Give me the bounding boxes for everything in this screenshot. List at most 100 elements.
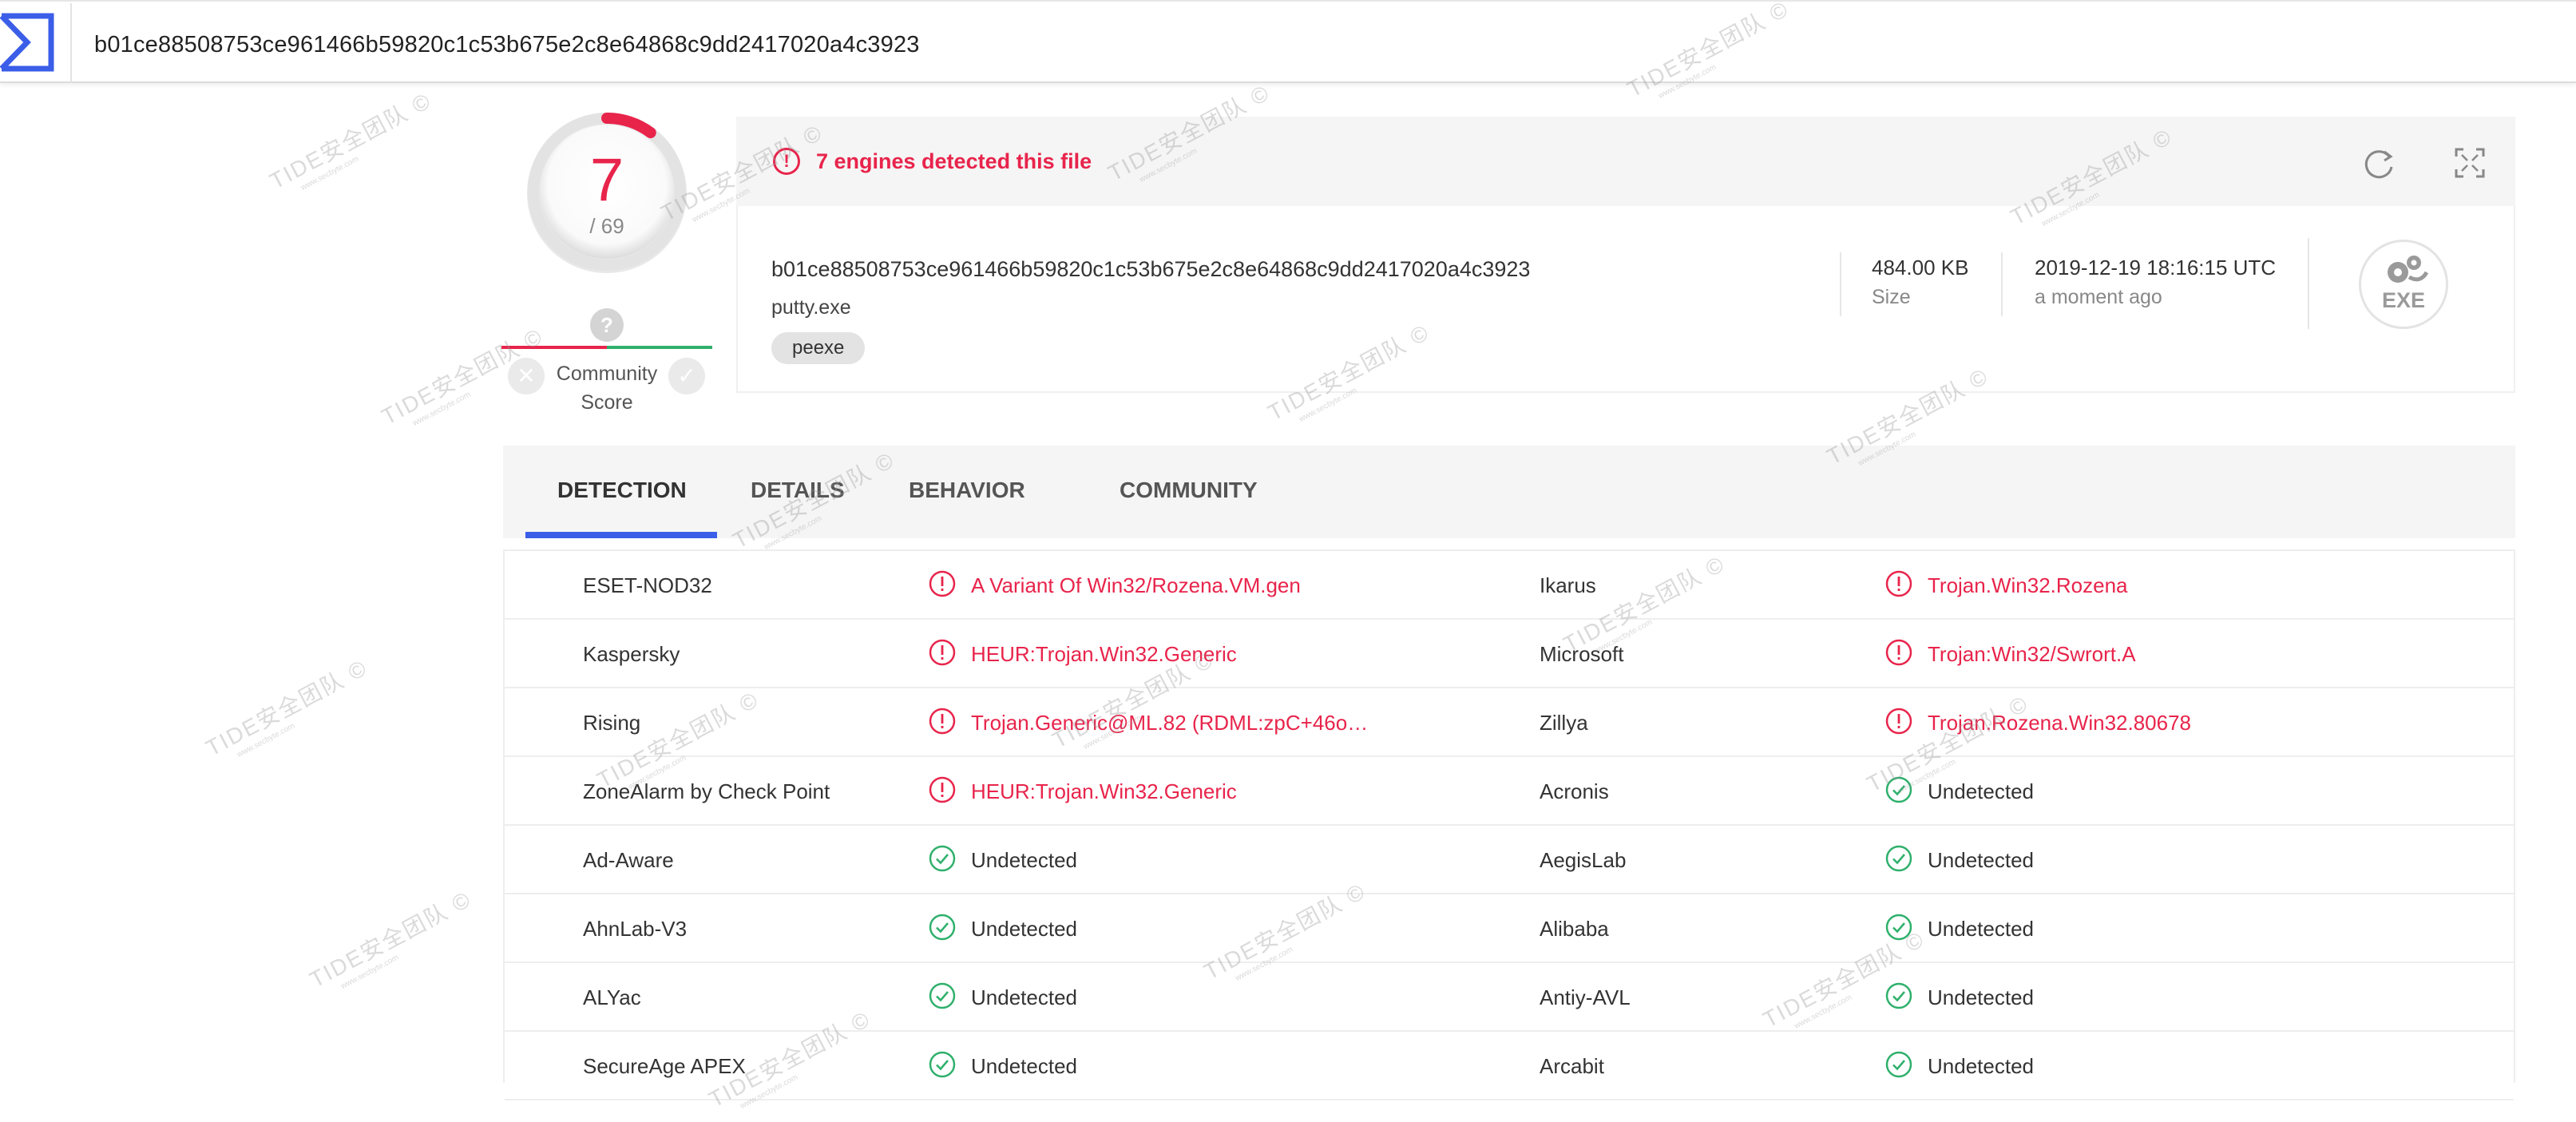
check-circle-icon (1884, 981, 1913, 1010)
reanalyze-icon[interactable] (2360, 145, 2397, 182)
meta-divider (2001, 252, 2003, 316)
detection-result: Undetected (971, 848, 1077, 872)
check-circle-icon (928, 981, 957, 1010)
detection-result[interactable]: Trojan.Rozena.Win32.80678 (1928, 711, 2191, 735)
file-size: 484.00 KB (1872, 256, 1969, 280)
vote-harmless-button[interactable]: ✓ (668, 358, 705, 394)
engine-name: Antiy-AVL (1540, 985, 1631, 1009)
table-row: ALYac Undetected Antiy-AVL Undetected (505, 963, 2514, 1032)
engine-name: ALYac (583, 985, 641, 1009)
engine-name: Acronis (1540, 779, 1609, 803)
check-circle-icon (1884, 1050, 1913, 1079)
detection-result[interactable]: HEUR:Trojan.Win32.Generic (971, 779, 1237, 804)
file-name: putty.exe (771, 296, 851, 319)
detection-result: Undetected (1928, 985, 2034, 1009)
table-row: Rising Trojan.Generic@ML.82 (RDML:zpC+46o… (505, 688, 2514, 757)
engine-name: Zillya (1540, 711, 1588, 735)
alert-icon (928, 569, 957, 598)
engine-name: Ikarus (1540, 573, 1596, 597)
active-tab-indicator (525, 532, 717, 538)
detection-result: Undetected (1928, 917, 2034, 941)
alert-icon (1884, 707, 1913, 735)
engine-name: AhnLab-V3 (583, 917, 688, 941)
check-circle-icon (928, 844, 957, 873)
community-score-label: Community Score (556, 363, 658, 414)
engine-name: AegisLab (1540, 848, 1627, 872)
detection-result: Undetected (1928, 779, 2034, 803)
check-icon: ✓ (677, 363, 696, 388)
file-type-exe-icon: EXE (2359, 240, 2448, 329)
meta-divider (1840, 252, 1841, 316)
detection-result[interactable]: Trojan:Win32/Swrort.A (1928, 642, 2136, 667)
tab-detection[interactable]: DETECTION (557, 478, 687, 503)
file-hash[interactable]: b01ce88508753ce961466b59820c1c53b675e2c8… (771, 257, 1530, 282)
engine-name: ESET-NOD32 (583, 573, 712, 597)
engine-name: Arcabit (1540, 1054, 1604, 1078)
analysis-date: 2019-12-19 18:16:15 UTC (2035, 256, 2277, 280)
check-circle-icon (1884, 913, 1913, 942)
detected-count: 7 (589, 146, 624, 214)
detection-banner: ! 7 engines detected this file (736, 117, 2515, 206)
check-circle-icon (1884, 775, 1913, 804)
tab-details[interactable]: DETAILS (751, 478, 845, 503)
file-size-label: Size (1872, 286, 1911, 308)
engine-name: SecureAge APEX (583, 1054, 746, 1078)
check-circle-icon (1884, 844, 1913, 873)
watermark: TIDE安全团队 © www.secbyte.com (265, 88, 436, 194)
alert-icon (928, 707, 957, 735)
community-bar-positive (607, 346, 712, 349)
community-unknown-icon: ? (590, 308, 624, 342)
engine-name: Microsoft (1540, 642, 1624, 666)
detection-result: Undetected (1928, 1054, 2034, 1078)
file-info-card: b01ce88508753ce961466b59820c1c53b675e2c8… (736, 206, 2515, 393)
detection-table: ESET-NOD32 A Variant Of Win32/Rozena.VM.g… (503, 549, 2515, 1100)
detection-result: Undetected (971, 985, 1077, 1009)
table-row: ZoneAlarm by Check Point HEUR:Trojan.Win3… (505, 757, 2514, 826)
check-circle-icon (928, 913, 957, 942)
alert-icon (928, 775, 957, 804)
table-row: AhnLab-V3 Undetected Alibaba Undetected (505, 894, 2514, 963)
file-type-label: EXE (2381, 288, 2426, 312)
alert-icon (1884, 638, 1913, 667)
engine-name: Ad-Aware (583, 848, 674, 872)
detection-score-ring: 7 / 69 (523, 112, 691, 280)
alert-icon (1884, 569, 1913, 598)
alert-icon (928, 638, 957, 667)
table-row: Kaspersky HEUR:Trojan.Win32.Generic Micros… (505, 620, 2514, 688)
file-tag[interactable]: peexe (771, 332, 866, 364)
report-tabs: DETECTION DETAILS BEHAVIOR COMMUNITY (503, 446, 2515, 538)
close-icon: ✕ (517, 363, 536, 388)
detection-result: Undetected (971, 1054, 1077, 1078)
virustotal-logo-icon[interactable] (0, 13, 54, 72)
alert-icon: ! (773, 148, 800, 175)
analysis-date-relative: a moment ago (2035, 286, 2162, 308)
engine-name: Kaspersky (583, 642, 680, 666)
detection-result: Undetected (971, 917, 1077, 941)
engine-total: / 69 (589, 214, 624, 238)
engine-name: Alibaba (1540, 917, 1609, 941)
detection-result[interactable]: A Variant Of Win32/Rozena.VM.gen (971, 573, 1301, 598)
engine-name: Rising (583, 711, 641, 735)
gears-icon (2388, 256, 2429, 283)
detection-result[interactable]: Trojan.Win32.Rozena (1928, 573, 2128, 598)
detection-summary: 7 engines detected this file (816, 149, 1092, 173)
meta-divider (2308, 238, 2309, 329)
table-row: Ad-Aware Undetected AegisLab Undetected (505, 826, 2514, 894)
check-circle-icon (928, 1050, 957, 1079)
watermark: TIDE安全团队 © www.secbyte.com (305, 886, 476, 993)
fullscreen-icon[interactable] (2454, 147, 2486, 179)
engine-name: ZoneAlarm by Check Point (583, 779, 830, 803)
detection-result[interactable]: Trojan.Generic@ML.82 (RDML:zpC+46o… (971, 711, 1368, 735)
topbar-divider (70, 3, 72, 83)
watermark: TIDE安全团队 © www.secbyte.com (201, 655, 372, 761)
detection-result: Undetected (1928, 848, 2034, 872)
search-input[interactable]: b01ce88508753ce961466b59820c1c53b675e2c8… (94, 32, 920, 58)
community-bar-negative (501, 346, 607, 349)
table-row: ESET-NOD32 A Variant Of Win32/Rozena.VM.g… (505, 551, 2514, 620)
table-row: SecureAge APEX Undetected Arcabit Undetecte… (505, 1032, 2514, 1100)
tab-behavior[interactable]: BEHAVIOR (909, 478, 1025, 503)
top-search-bar: b01ce88508753ce961466b59820c1c53b675e2c8… (0, 0, 2576, 83)
detection-result[interactable]: HEUR:Trojan.Win32.Generic (971, 642, 1237, 667)
tab-community[interactable]: COMMUNITY (1120, 478, 1258, 503)
vote-malicious-button[interactable]: ✕ (508, 358, 545, 394)
